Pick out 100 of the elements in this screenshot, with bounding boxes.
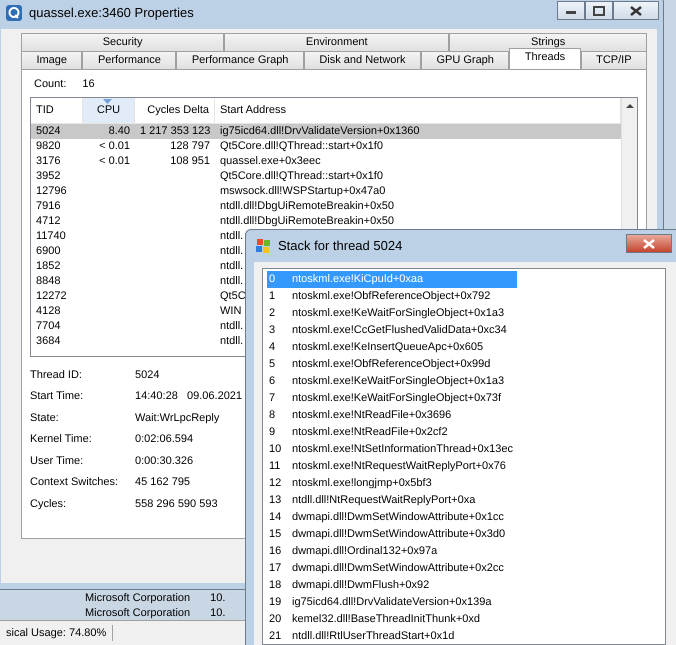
stack-frame[interactable]: 2 ntoskml.exe!KeWaitForSingleObject+0x1a3 xyxy=(267,305,517,322)
column-header[interactable]: Cycles Delta xyxy=(135,98,215,122)
stack-frame[interactable]: 7 ntoskml.exe!KeWaitForSingleObject+0x73f xyxy=(267,390,517,407)
field-label: Kernel Time: xyxy=(30,432,93,447)
stack-frame[interactable]: 18 dwmapi.dll!DwmFlush+0x92 xyxy=(267,577,517,594)
window-title: Stack for thread 5024 xyxy=(278,237,402,256)
tab[interactable]: GPU Graph xyxy=(421,51,510,69)
stack-frame[interactable]: 20 kemel32.dll!BaseThreadInitThunk+0xd xyxy=(267,611,517,628)
stack-frame[interactable]: 8 ntoskml.exe!NtReadFile+0x3696 xyxy=(267,407,517,424)
status-text: sical Usage: 74.80% xyxy=(0,624,114,642)
field-label: Cycles: xyxy=(30,496,68,512)
stack-frame[interactable]: 13 ntdll.dll!NtRequestWaitReplyPort+0xa xyxy=(267,492,517,509)
table-cell-text: ntdll. xyxy=(219,258,244,274)
scroll-up-icon xyxy=(626,104,634,108)
window-title: quassel.exe:3460 Properties xyxy=(29,4,194,22)
stack-frame[interactable]: 6 ntoskml.exe!KeWaitForSingleObject+0x1a3 xyxy=(267,373,517,390)
table-cell-text: ntdll. xyxy=(219,228,244,244)
stack-frame[interactable]: 14 dwmapi.dll!DwmSetWindowAttribute+0x1cc xyxy=(267,509,517,526)
field-value: 558 296 590 593 xyxy=(135,496,219,512)
stack-frame[interactable]: 19 ig75icd64.dll!DrvValidateVersion+0x139a xyxy=(267,594,517,611)
table-cell-text: 11740 xyxy=(35,228,67,244)
table-cell: 10. xyxy=(210,606,226,621)
field-value: 14:40:28 09.06.2021 xyxy=(135,389,242,404)
maximize-icon xyxy=(593,6,605,16)
table-cell-text: 128 797 xyxy=(169,138,211,154)
minimize-button[interactable] xyxy=(557,1,585,20)
table-cell-text: 1852 xyxy=(35,258,62,274)
count-value: 16 xyxy=(82,77,95,92)
table-cell: Microsoft Corporation xyxy=(85,591,190,606)
stack-frame[interactable]: 17 dwmapi.dll!DwmSetWindowAttribute+0x2cc xyxy=(267,560,517,577)
table-cell-text: 3176 xyxy=(35,154,62,168)
field-value: 5024 xyxy=(135,368,160,382)
tab[interactable]: Performance Graph xyxy=(176,51,304,69)
table-cell-text: 3952 xyxy=(35,168,62,184)
table-cell-text: ntdll.dll!DbgUiRemoteBreakin+0x50 xyxy=(219,214,395,228)
tab[interactable]: Image xyxy=(21,51,82,69)
tab[interactable]: Environment xyxy=(224,33,450,51)
sort-arrow-icon xyxy=(103,98,112,104)
table-cell-text: 4128 xyxy=(35,304,62,318)
stack-frame[interactable]: 9 ntoskml.exe!NtReadFile+0x2cf2 xyxy=(267,424,517,441)
field-label: Thread ID: xyxy=(30,368,83,382)
column-header[interactable]: CPU xyxy=(83,98,135,122)
table-cell-text: ntdll. xyxy=(219,274,244,288)
close-icon xyxy=(643,238,655,248)
stack-frame[interactable]: 21 ntdll.dll!RtlUserThreadStart+0x1d xyxy=(267,628,517,644)
table-cell-text: 1 217 353 123 xyxy=(139,124,212,138)
table-cell-text: 8.40 xyxy=(108,124,131,138)
table-cell-text: Qt5Core.dll!QThread::start+0x1f0 xyxy=(219,138,384,154)
table-cell-text: 6900 xyxy=(35,244,62,258)
tab[interactable]: Threads xyxy=(509,48,581,69)
field-label: Start Time: xyxy=(30,389,84,404)
tab[interactable]: Strings xyxy=(449,33,647,51)
stack-frame[interactable]: 11 ntoskml.exe!NtRequestWaitReplyPort+0x76 xyxy=(267,458,517,475)
stack-frame[interactable]: 1 ntoskml.exe!ObfReferenceObject+0x792 xyxy=(267,288,517,305)
table-cell-text: 8848 xyxy=(35,274,62,288)
table-row[interactable]: 3176 < 0.01 108 951 quassel.exe+0x3eec xyxy=(31,154,621,168)
stack-frame[interactable]: 5 ntoskml.exe!ObfReferenceObject+0x99d xyxy=(267,356,517,373)
tab[interactable]: Security xyxy=(21,33,224,51)
table-cell-text: 7916 xyxy=(35,198,62,214)
table-cell-text: ig75icd64.dll!DrvValidateVersion+0x1360 xyxy=(219,124,420,138)
field-label: User Time: xyxy=(30,454,84,468)
table-cell-text: 12272 xyxy=(35,288,68,304)
stack-frame[interactable]: 10 ntoskml.exe!NtSetInformationThread+0x13ec xyxy=(267,441,517,458)
field-label: State: xyxy=(30,410,60,426)
table-cell-text: Qt5C xyxy=(219,288,247,304)
table-cell-text: 9820 xyxy=(35,138,62,154)
table-cell-text: 108 951 xyxy=(169,154,211,168)
close-button[interactable] xyxy=(613,1,659,20)
maximize-button[interactable] xyxy=(585,1,613,20)
table-cell-text: < 0.01 xyxy=(98,138,131,154)
table-cell-text: mswsock.dll!WSPStartup+0x47a0 xyxy=(219,184,386,198)
table-row[interactable]: 4712 ntdll.dll!DbgUiRemoteBreakin+0x50 xyxy=(31,214,621,228)
close-button[interactable] xyxy=(626,234,672,253)
table-row[interactable]: 5024 8.40 1 217 353 123 ig75icd64.dll!DrvValidateVersion+0x1360 xyxy=(31,124,621,138)
field-value: 0:00:30.326 xyxy=(135,454,194,468)
stack-frame[interactable]: 3 ntoskml.exe!CcGetFlushedValidData+0xc34 xyxy=(267,322,517,339)
table-cell-text: 5024 xyxy=(35,124,62,138)
table-cell-text: quassel.exe+0x3eec xyxy=(219,154,322,168)
field-label: Context Switches: xyxy=(30,475,120,490)
tab[interactable]: Performance xyxy=(82,51,176,69)
stack-frame[interactable]: 16 dwmapi.dll!Ordinal132+0x97a xyxy=(267,543,517,560)
stack-frame[interactable]: 4 ntoskml.exe!KeInsertQueueApc+0x605 xyxy=(267,339,517,356)
tab[interactable]: Disk and Network xyxy=(304,51,421,69)
table-cell-text: 3684 xyxy=(35,334,62,348)
stack-frame[interactable]: 15 dwmapi.dll!DwmSetWindowAttribute+0x3d0 xyxy=(267,526,517,543)
table-cell-text: ntdll.dll!DbgUiRemoteBreakin+0x50 xyxy=(219,198,395,214)
window-icon xyxy=(256,238,272,254)
table-row[interactable]: 9820 < 0.01 128 797 Qt5Core.dll!QThread::start+0x1f0 xyxy=(31,138,621,154)
table-cell-text: WIN xyxy=(219,304,242,318)
table-row[interactable]: 7916 ntdll.dll!DbgUiRemoteBreakin+0x50 xyxy=(31,198,621,214)
tab[interactable]: TCP/IP xyxy=(580,51,647,69)
table-cell-text: < 0.01 xyxy=(98,154,131,168)
table-row[interactable]: 3952 Qt5Core.dll!QThread::start+0x1f0 xyxy=(31,168,621,184)
table-cell-text: ntdll. xyxy=(219,318,244,334)
table-row[interactable]: 12796 mswsock.dll!WSPStartup+0x47a0 xyxy=(31,184,621,198)
field-value: 45 162 795 xyxy=(135,475,192,490)
table-cell: Microsoft Corporation xyxy=(85,606,190,621)
field-value: Wait:WrLpcReply xyxy=(135,410,220,426)
stack-frame[interactable]: 12 ntoskml.exe!longjmp+0x5bf3 xyxy=(267,475,517,492)
table-cell-text: 7704 xyxy=(35,318,62,334)
